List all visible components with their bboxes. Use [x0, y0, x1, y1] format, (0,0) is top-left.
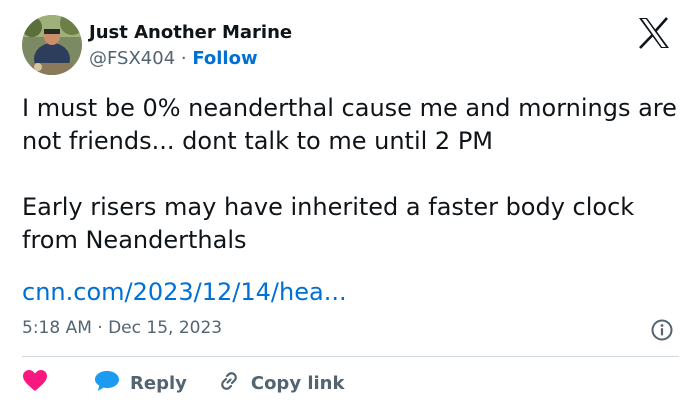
- x-logo-icon[interactable]: [637, 17, 671, 49]
- heart-icon: [22, 369, 48, 398]
- like-button[interactable]: [22, 369, 48, 398]
- handle[interactable]: @FSX404: [89, 48, 175, 69]
- reply-button[interactable]: Reply: [94, 369, 187, 398]
- article-link[interactable]: cnn.com/2023/12/14/hea...: [22, 278, 347, 306]
- link-icon: [217, 369, 241, 398]
- divider: [22, 356, 679, 357]
- timestamp[interactable]: 5:18 AM · Dec 15, 2023: [22, 318, 222, 338]
- avatar[interactable]: [22, 15, 82, 75]
- tweet-paragraph: Early risers may have inherited a faster…: [22, 193, 635, 254]
- handle-row: @FSX404 · Follow: [89, 48, 258, 69]
- info-icon[interactable]: [650, 318, 674, 342]
- follow-button[interactable]: Follow: [192, 48, 257, 69]
- tweet-text: I must be 0% neanderthal cause me and mo…: [22, 92, 682, 257]
- display-name[interactable]: Just Another Marine: [89, 22, 292, 43]
- copy-link-button[interactable]: Copy link: [217, 369, 345, 398]
- copy-link-label: Copy link: [250, 372, 345, 394]
- tweet-paragraph: I must be 0% neanderthal cause me and mo…: [22, 94, 677, 155]
- reply-label: Reply: [130, 372, 187, 394]
- separator: ·: [175, 48, 193, 69]
- action-bar: Reply Copy link: [22, 368, 344, 398]
- speech-bubble-icon: [94, 369, 120, 398]
